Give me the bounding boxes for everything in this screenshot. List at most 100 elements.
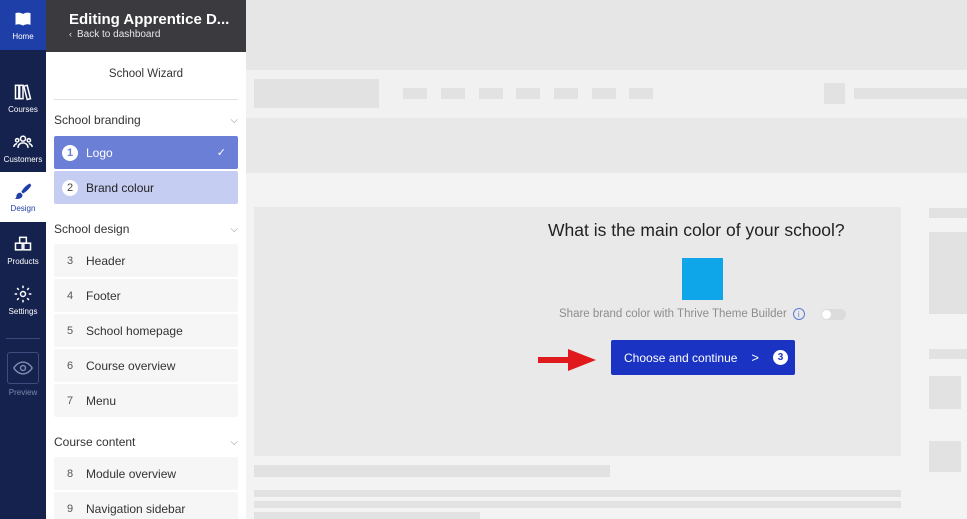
rail-customers[interactable]: Customers bbox=[0, 124, 46, 172]
step-module-overview[interactable]: 8 Module overview bbox=[54, 457, 238, 490]
step-number: 7 bbox=[66, 394, 74, 407]
panel-header: Editing Apprentice D... ‹ Back to dashboa… bbox=[46, 0, 246, 52]
books-icon bbox=[14, 84, 32, 101]
step-course-overview[interactable]: 6 Course overview bbox=[54, 349, 238, 382]
section-label: School design bbox=[54, 222, 130, 236]
section-label: Course content bbox=[54, 435, 136, 449]
placeholder-block bbox=[929, 232, 967, 314]
step-footer[interactable]: 4 Footer bbox=[54, 279, 238, 312]
boxes-icon bbox=[14, 236, 32, 251]
placeholder-block bbox=[929, 376, 961, 409]
step-label: Navigation sidebar bbox=[86, 501, 186, 516]
check-icon: ✓ bbox=[216, 147, 226, 159]
red-arrow-icon bbox=[538, 349, 596, 371]
back-label: Back to dashboard bbox=[77, 29, 161, 40]
placeholder-block bbox=[403, 88, 427, 99]
step-label: School homepage bbox=[86, 323, 183, 338]
rail-customers-label: Customers bbox=[3, 155, 43, 164]
share-brand-color-toggle[interactable] bbox=[821, 309, 846, 320]
placeholder-block bbox=[479, 88, 503, 99]
step-school-homepage[interactable]: 5 School homepage bbox=[54, 314, 238, 347]
rail-products[interactable]: Products bbox=[0, 226, 46, 274]
info-icon[interactable]: i bbox=[792, 308, 805, 320]
step-menu[interactable]: 7 Menu bbox=[54, 384, 238, 417]
placeholder-block bbox=[254, 512, 480, 519]
preview-topbar bbox=[246, 0, 967, 70]
section-course-content[interactable]: Course content ⌵ bbox=[54, 432, 238, 452]
chevron-left-icon: ‹ bbox=[69, 29, 72, 39]
back-to-dashboard-link[interactable]: ‹ Back to dashboard bbox=[69, 29, 160, 40]
rail-settings[interactable]: Settings bbox=[0, 276, 46, 324]
step-number: 6 bbox=[66, 359, 74, 372]
placeholder-block bbox=[254, 501, 901, 508]
rail-preview-label: Preview bbox=[8, 388, 38, 397]
rail-settings-label: Settings bbox=[8, 307, 38, 316]
rail-products-label: Products bbox=[7, 257, 39, 266]
step-badge: 3 bbox=[773, 350, 789, 365]
step-navigation-sidebar[interactable]: 9 Navigation sidebar bbox=[54, 492, 238, 519]
preview-toolbar bbox=[246, 70, 967, 118]
chevron-down-icon: ⌵ bbox=[230, 114, 238, 126]
step-label: Menu bbox=[86, 393, 117, 408]
step-number: 5 bbox=[66, 324, 74, 337]
rail-courses[interactable]: Courses bbox=[0, 74, 46, 122]
rail-design[interactable]: Design bbox=[0, 172, 46, 222]
rail-courses-label: Courses bbox=[8, 105, 38, 114]
eye-icon bbox=[13, 361, 33, 375]
step-logo[interactable]: 1 Logo ✓ bbox=[54, 136, 238, 169]
placeholder-block bbox=[516, 88, 540, 99]
chevron-right-icon: > bbox=[751, 350, 760, 365]
icon-rail: Home Courses Customers Design Products S… bbox=[0, 0, 46, 519]
share-brand-color-label: Share brand color with Thrive Theme Buil… bbox=[559, 308, 805, 320]
placeholder-block bbox=[254, 490, 901, 497]
step-label: Course overview bbox=[86, 358, 176, 373]
preview-box bbox=[7, 352, 39, 384]
step-label: Footer bbox=[86, 288, 121, 303]
placeholder-block bbox=[824, 83, 845, 104]
color-question: What is the main color of your school? bbox=[548, 220, 845, 240]
step-number: 4 bbox=[66, 289, 74, 302]
wizard-title: School Wizard bbox=[108, 68, 184, 80]
rail-home-label: Home bbox=[12, 32, 34, 41]
step-header[interactable]: 3 Header bbox=[54, 244, 238, 277]
step-label: Module overview bbox=[86, 466, 177, 481]
brand-color-swatch[interactable] bbox=[682, 258, 723, 300]
gear-icon bbox=[14, 285, 32, 303]
step-label: Brand colour bbox=[86, 180, 155, 195]
placeholder-block bbox=[929, 441, 961, 472]
users-icon bbox=[13, 135, 33, 148]
step-number: 2 bbox=[62, 179, 78, 196]
placeholder-block bbox=[254, 465, 610, 477]
brush-icon bbox=[14, 183, 32, 200]
section-school-branding[interactable]: School branding ⌵ bbox=[54, 110, 238, 130]
choose-and-continue-button[interactable]: Choose and continue > 3 bbox=[611, 340, 795, 375]
placeholder-block bbox=[929, 208, 967, 218]
section-school-design[interactable]: School design ⌵ bbox=[54, 219, 238, 239]
placeholder-block bbox=[929, 349, 967, 359]
placeholder-block bbox=[254, 79, 379, 108]
placeholder-block bbox=[854, 88, 967, 99]
page-title: Editing Apprentice D... bbox=[69, 11, 230, 28]
book-open-icon bbox=[15, 12, 31, 26]
preview-hero bbox=[246, 118, 967, 173]
placeholder-block bbox=[592, 88, 616, 99]
cta-label: Choose and continue bbox=[624, 350, 738, 365]
rail-design-label: Design bbox=[10, 204, 36, 213]
chevron-down-icon: ⌵ bbox=[230, 223, 238, 235]
placeholder-block bbox=[629, 88, 653, 99]
step-brand-colour[interactable]: 2 Brand colour bbox=[54, 171, 238, 204]
rail-home[interactable]: Home bbox=[0, 0, 46, 50]
share-label-text: Share brand color with Thrive Theme Buil… bbox=[559, 308, 787, 320]
placeholder-block bbox=[441, 88, 465, 99]
section-label: School branding bbox=[54, 113, 141, 127]
brand-color-card bbox=[254, 207, 901, 456]
app-window: Home Courses Customers Design Products S… bbox=[0, 0, 967, 519]
step-number: 1 bbox=[62, 144, 78, 161]
wizard-panel: Editing Apprentice D... ‹ Back to dashboa… bbox=[46, 0, 246, 519]
rail-preview[interactable]: Preview bbox=[0, 352, 46, 407]
placeholder-block bbox=[554, 88, 578, 99]
step-number: 8 bbox=[66, 467, 74, 480]
rail-divider bbox=[6, 338, 40, 339]
step-label: Header bbox=[86, 253, 126, 268]
step-label: Logo bbox=[86, 145, 113, 160]
